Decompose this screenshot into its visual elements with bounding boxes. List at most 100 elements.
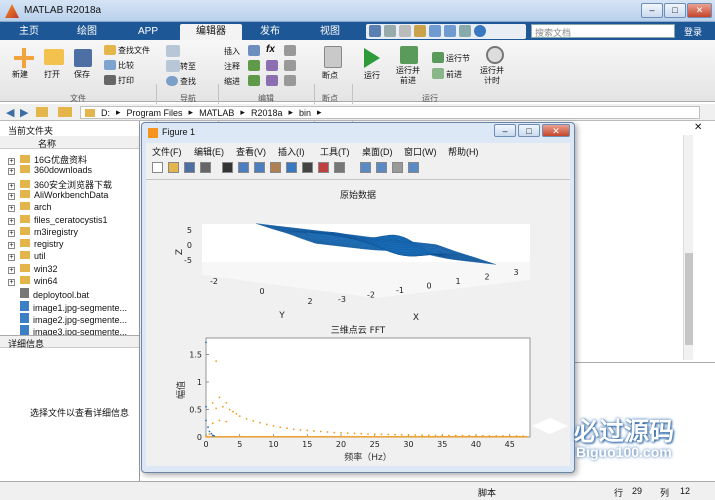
tab-plots[interactable]: 绘图	[64, 24, 110, 40]
file-item[interactable]: image2.jpg-segmente...	[20, 312, 127, 325]
help-icon[interactable]	[474, 25, 486, 37]
redo-icon[interactable]	[444, 25, 456, 37]
wrap-comments-icon[interactable]	[266, 60, 278, 71]
save-figure-icon[interactable]	[184, 162, 195, 173]
panel-close-icon[interactable]: ✕	[694, 122, 702, 133]
search-input[interactable]: 搜索文档	[531, 24, 675, 38]
rotate-icon[interactable]	[286, 162, 297, 173]
breakpoints-button[interactable]: 断点	[322, 70, 338, 81]
new-figure-icon[interactable]	[152, 162, 163, 173]
open-file-icon[interactable]	[168, 162, 179, 173]
back-icon[interactable]: ◀	[6, 106, 14, 119]
outdent-icon[interactable]	[284, 75, 296, 86]
insert-function-button[interactable]: fx	[266, 44, 275, 55]
folder-item[interactable]: + m3iregistry	[8, 226, 78, 239]
menu-edit[interactable]: 编辑(E)	[194, 145, 224, 158]
smart-indent-icon[interactable]	[266, 75, 278, 86]
run-section-button[interactable]: 运行节	[446, 53, 470, 64]
zoom-in-icon[interactable]	[238, 162, 249, 173]
up-folder-icon[interactable]	[36, 107, 48, 117]
brush-icon[interactable]	[318, 162, 329, 173]
data-cursor-icon[interactable]	[302, 162, 313, 173]
folder-item[interactable]: + arch	[8, 202, 52, 214]
comment-button[interactable]: 注释	[224, 61, 240, 72]
run-time-icon[interactable]	[486, 46, 504, 64]
expand-icon[interactable]: +	[8, 279, 15, 286]
menu-window[interactable]: 窗口(W)	[404, 145, 437, 158]
save-icon[interactable]	[369, 25, 381, 37]
tab-home[interactable]: 主页	[6, 24, 52, 40]
indent-button[interactable]: 缩进	[224, 76, 240, 87]
pointer-icon[interactable]	[222, 162, 233, 173]
folder-item[interactable]: + win32	[8, 263, 58, 276]
open-button[interactable]: 打开	[44, 69, 60, 80]
expand-icon[interactable]: +	[8, 205, 15, 213]
login-link[interactable]: 登录	[684, 25, 702, 38]
hide-tools-icon[interactable]	[392, 162, 403, 173]
advance-button[interactable]: 前进	[446, 69, 462, 80]
find-button[interactable]: 查找	[180, 76, 196, 87]
menu-desktop[interactable]: 桌面(D)	[362, 145, 393, 158]
editor-scrollbar[interactable]	[683, 135, 693, 360]
menu-insert[interactable]: 插入(I)	[278, 145, 305, 158]
print-button[interactable]: 打印	[118, 75, 134, 86]
paste-icon[interactable]	[414, 25, 426, 37]
indent-icon[interactable]	[248, 75, 260, 86]
breadcrumb-drive[interactable]: D:	[101, 108, 110, 118]
breadcrumb-r2018a[interactable]: R2018a	[251, 108, 283, 118]
column-header[interactable]: 名称	[0, 136, 139, 149]
comment-percent-icon[interactable]	[248, 60, 260, 71]
uncomment-icon[interactable]	[284, 60, 296, 71]
new-button[interactable]: 新建	[12, 69, 28, 80]
run-time-button[interactable]: 运行并 计时	[480, 66, 504, 86]
find-files-button[interactable]: 查找文件	[118, 45, 150, 56]
expand-icon[interactable]: +	[8, 229, 15, 237]
folder-item[interactable]: +360安全浏览器下载	[8, 178, 112, 190]
expand-icon[interactable]: +	[8, 254, 15, 262]
folder-item[interactable]: +360downloads	[8, 165, 92, 177]
minimize-button[interactable]: –	[641, 3, 663, 18]
open-folder-icon[interactable]	[44, 49, 64, 65]
menu-tools[interactable]: 工具(T)	[320, 145, 350, 158]
legend-icon[interactable]	[376, 162, 387, 173]
new-file-icon[interactable]	[14, 48, 34, 68]
folder-item[interactable]: + AliWorkbenchData	[8, 189, 108, 202]
breadcrumb-bin[interactable]: bin	[299, 108, 311, 118]
insert-button[interactable]: 插入	[224, 46, 240, 57]
tab-view[interactable]: 视图	[302, 24, 358, 40]
breakpoints-icon[interactable]	[324, 46, 342, 68]
save-icon[interactable]	[74, 49, 92, 67]
scrollbar-thumb[interactable]	[685, 253, 693, 345]
file-item[interactable]: deploytool.bat	[20, 288, 89, 300]
expand-icon[interactable]: +	[8, 158, 15, 165]
show-tools-icon[interactable]	[408, 162, 419, 173]
figure-close-button[interactable]: ✕	[542, 124, 570, 137]
expand-icon[interactable]: +	[8, 192, 15, 200]
file-item[interactable]: image1.jpg-segmente...	[20, 300, 127, 313]
expand-icon[interactable]: +	[8, 168, 15, 176]
goto-button[interactable]: 转至	[180, 61, 196, 72]
pan-icon[interactable]	[270, 162, 281, 173]
folder-item[interactable]: + files_ceratocystis1	[8, 214, 108, 227]
advance-icon[interactable]	[432, 68, 444, 79]
menu-view[interactable]: 查看(V)	[236, 145, 266, 158]
copy-icon[interactable]	[399, 25, 411, 37]
insert-menu-icon[interactable]	[284, 45, 296, 56]
insert-section-icon[interactable]	[248, 45, 260, 56]
run-advance-button[interactable]: 运行并 前进	[396, 66, 420, 86]
maximize-button[interactable]: □	[664, 3, 686, 18]
expand-icon[interactable]: +	[8, 182, 15, 190]
colorbar-icon[interactable]	[360, 162, 371, 173]
folder-item[interactable]: + win64	[8, 276, 58, 288]
folder-item[interactable]: + util	[8, 251, 46, 263]
switch-windows-icon[interactable]	[459, 25, 471, 37]
close-button[interactable]: ✕	[687, 3, 712, 18]
undo-icon[interactable]	[429, 25, 441, 37]
link-icon[interactable]	[334, 162, 345, 173]
column-name[interactable]: 名称	[38, 137, 56, 150]
zoom-out-icon[interactable]	[254, 162, 265, 173]
figure-minimize-button[interactable]: –	[494, 124, 516, 137]
print-figure-icon[interactable]	[200, 162, 211, 173]
expand-icon[interactable]: +	[8, 217, 15, 225]
folder-item[interactable]: +16G优盘资料	[8, 153, 87, 165]
